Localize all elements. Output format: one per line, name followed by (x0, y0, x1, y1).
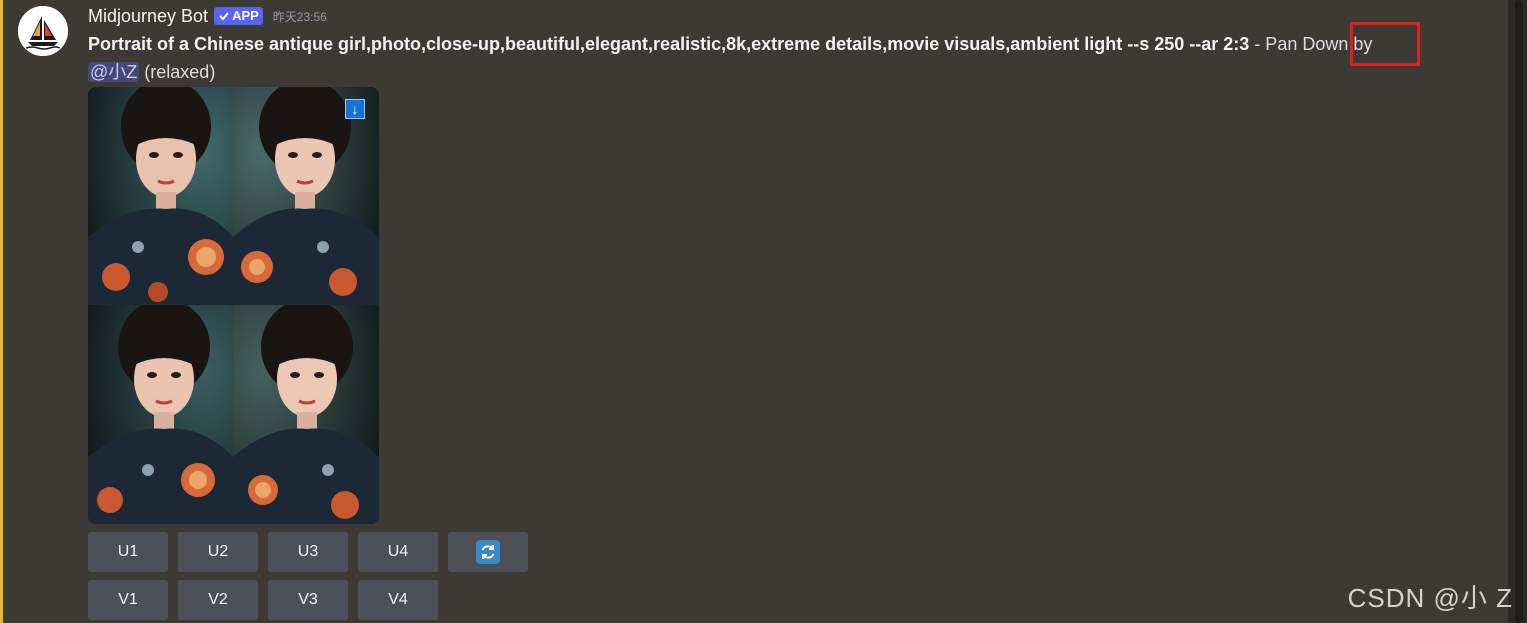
upscale-button-3[interactable]: U3 (268, 532, 348, 572)
variation-button-2[interactable]: V2 (178, 580, 258, 620)
image-tile-3[interactable] (88, 305, 233, 524)
annotation-highlight-box (1350, 22, 1420, 66)
variation-button-row: V1 V2 V3 V4 (88, 580, 438, 620)
image-tile-1[interactable] (88, 87, 233, 305)
user-mention[interactable]: @小Z (88, 62, 140, 82)
reroll-button[interactable] (448, 532, 528, 572)
portrait-image (233, 305, 379, 524)
sailboat-logo-icon (18, 6, 68, 56)
variation-button-1[interactable]: V1 (88, 580, 168, 620)
verified-check-icon (219, 12, 229, 21)
upscale-button-1[interactable]: U1 (88, 532, 168, 572)
pan-down-arrow-icon: ↓ (345, 99, 365, 119)
image-tile-4[interactable] (233, 305, 379, 524)
portrait-image (88, 87, 233, 305)
refresh-icon (476, 540, 500, 564)
mode-text: (relaxed) (139, 62, 216, 82)
message-timestamp: 昨天23:56 (272, 9, 327, 24)
app-badge-label: APP (232, 8, 259, 23)
variation-button-3[interactable]: V3 (268, 580, 348, 620)
portrait-image (233, 87, 379, 305)
upscale-button-2[interactable]: U2 (178, 532, 258, 572)
upscale-button-4[interactable]: U4 (358, 532, 438, 572)
app-badge: APP (214, 7, 263, 25)
bot-avatar[interactable] (18, 6, 68, 56)
watermark: CSDN @小 Z (1347, 583, 1513, 613)
variation-button-4[interactable]: V4 (358, 580, 438, 620)
prompt-text: Portrait of a Chinese antique girl,photo… (88, 34, 1250, 54)
bot-name[interactable]: Midjourney Bot (88, 6, 208, 27)
upscale-button-row: U1 U2 U3 U4 (88, 532, 528, 572)
left-accent-bar (0, 0, 3, 623)
portrait-image (88, 305, 233, 524)
image-grid[interactable]: ↓ (88, 87, 379, 524)
scrollbar-thumb[interactable] (1515, 0, 1523, 623)
scrollbar[interactable] (1508, 0, 1527, 623)
message-content: Portrait of a Chinese antique girl,photo… (88, 30, 1468, 86)
image-tile-2[interactable]: ↓ (233, 87, 379, 305)
message-header: Midjourney Bot APP 昨天23:56 (88, 4, 327, 28)
